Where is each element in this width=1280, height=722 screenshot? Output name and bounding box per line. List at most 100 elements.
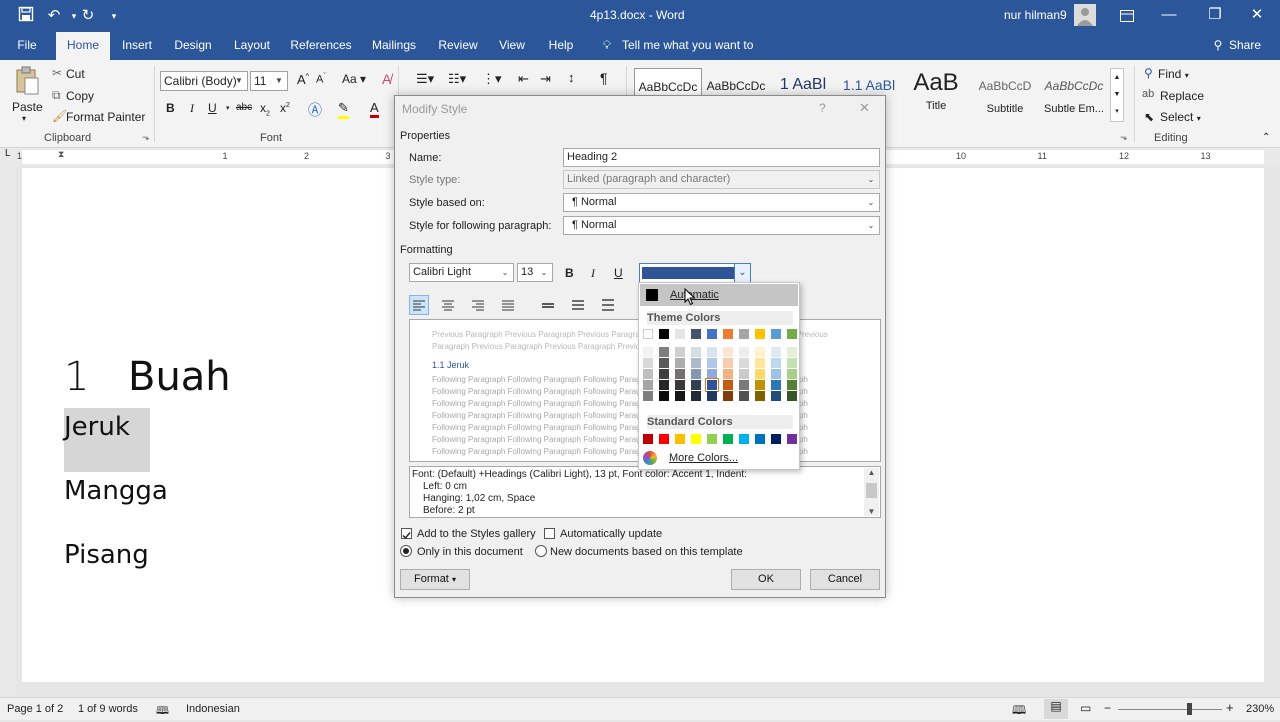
- font-size-select[interactable]: 13 ⌄: [517, 263, 553, 282]
- theme-color-swatch[interactable]: [771, 369, 781, 379]
- theme-color-swatch[interactable]: [691, 391, 701, 401]
- automatic-option[interactable]: Automatic: [640, 284, 798, 306]
- grow-font-icon[interactable]: A^: [297, 72, 309, 87]
- theme-color-swatch[interactable]: [643, 347, 653, 357]
- add-to-gallery-checkbox[interactable]: [401, 528, 412, 540]
- theme-color-swatch[interactable]: [659, 391, 669, 401]
- format-painter-button[interactable]: Format Painter: [66, 110, 145, 124]
- copy-button[interactable]: Copy: [66, 89, 94, 103]
- theme-color-swatch[interactable]: [675, 380, 685, 390]
- multilevel-list-icon[interactable]: ⋮▾: [482, 71, 502, 87]
- theme-color-swatch[interactable]: [739, 358, 749, 368]
- theme-color-swatch[interactable]: [707, 358, 717, 368]
- avatar[interactable]: [1074, 4, 1096, 26]
- align-right-icon[interactable]: [469, 296, 487, 314]
- customize-qat-icon[interactable]: ▾: [104, 6, 124, 26]
- theme-color-swatch[interactable]: [675, 347, 685, 357]
- italic-icon[interactable]: I: [591, 266, 595, 281]
- theme-color-swatch[interactable]: [787, 391, 797, 401]
- align-left-icon[interactable]: [409, 295, 429, 315]
- text-effects-icon[interactable]: Ⓐ: [308, 100, 322, 120]
- theme-color-swatch[interactable]: [659, 329, 669, 339]
- zoom-level[interactable]: 230%: [1246, 703, 1274, 715]
- help-icon[interactable]: ?: [819, 101, 826, 115]
- theme-color-swatch[interactable]: [739, 380, 749, 390]
- theme-color-swatch[interactable]: [771, 347, 781, 357]
- find-button[interactable]: Find ▾: [1158, 67, 1189, 81]
- sort-icon[interactable]: ↕: [568, 70, 575, 85]
- proofing-icon[interactable]: 🕮︎: [156, 702, 169, 721]
- tab-mailings[interactable]: Mailings: [366, 32, 422, 60]
- theme-color-swatch[interactable]: [659, 369, 669, 379]
- bullets-icon[interactable]: ☰▾: [416, 71, 434, 87]
- close-icon[interactable]: ✕: [1234, 0, 1280, 32]
- theme-color-swatch[interactable]: [707, 369, 717, 379]
- theme-color-swatch[interactable]: [787, 329, 797, 339]
- zoom-out-icon[interactable]: −: [1104, 701, 1111, 715]
- theme-color-swatch[interactable]: [723, 329, 733, 339]
- theme-color-swatch[interactable]: [705, 378, 719, 392]
- bold-icon[interactable]: B: [565, 266, 574, 280]
- font-color-icon[interactable]: A: [370, 100, 379, 118]
- numbering-icon[interactable]: ☷▾: [448, 71, 466, 87]
- justify-icon[interactable]: [499, 296, 517, 314]
- theme-color-swatch[interactable]: [675, 391, 685, 401]
- based-on-select[interactable]: ¶ Normal ⌄: [563, 193, 880, 212]
- only-this-document-radio[interactable]: [400, 545, 412, 557]
- theme-color-swatch[interactable]: [707, 347, 717, 357]
- standard-color-swatch[interactable]: [787, 434, 797, 444]
- more-colors-link[interactable]: More Colors...: [669, 452, 738, 464]
- font-name-select[interactable]: Calibri Light (Head⌄: [409, 263, 514, 282]
- shrink-font-icon[interactable]: Aˇ: [316, 73, 326, 86]
- page-count[interactable]: Page 1 of 2: [7, 703, 63, 715]
- style-subtle-emphasis[interactable]: AaBbCcDc Subtle Em...: [1040, 68, 1108, 120]
- cut-button[interactable]: Cut: [66, 67, 85, 81]
- heading-1-number[interactable]: 1: [64, 354, 89, 400]
- theme-color-swatch[interactable]: [659, 380, 669, 390]
- undo-icon[interactable]: ↶: [44, 6, 64, 26]
- theme-color-swatch[interactable]: [787, 358, 797, 368]
- tab-file[interactable]: File: [8, 32, 46, 60]
- theme-color-swatch[interactable]: [707, 329, 717, 339]
- minimize-icon[interactable]: —: [1146, 0, 1192, 32]
- user-name[interactable]: nur hilman9: [1004, 8, 1067, 22]
- increase-indent-icon[interactable]: ⇥: [540, 71, 551, 87]
- standard-color-swatch[interactable]: [707, 434, 717, 444]
- styles-launcher-icon[interactable]: ⬎: [1120, 132, 1128, 143]
- replace-button[interactable]: Replace: [1160, 89, 1204, 103]
- standard-color-swatch[interactable]: [659, 434, 669, 444]
- heading-1-text[interactable]: Buah: [128, 354, 231, 400]
- theme-color-swatch[interactable]: [755, 329, 765, 339]
- new-documents-radio[interactable]: [535, 545, 547, 557]
- align-center-icon[interactable]: [439, 296, 457, 314]
- standard-color-swatch[interactable]: [755, 434, 765, 444]
- bold-icon[interactable]: B: [166, 101, 175, 115]
- theme-color-swatch[interactable]: [643, 358, 653, 368]
- new-documents-label[interactable]: New documents based on this template: [550, 546, 743, 558]
- underline-icon[interactable]: U: [208, 101, 217, 115]
- theme-color-swatch[interactable]: [787, 380, 797, 390]
- tab-design[interactable]: Design: [168, 32, 218, 60]
- restore-icon[interactable]: ❐: [1192, 0, 1238, 32]
- theme-color-swatch[interactable]: [691, 380, 701, 390]
- word-count[interactable]: 1 of 9 words: [78, 703, 138, 715]
- web-layout-icon[interactable]: ▭: [1080, 701, 1091, 715]
- font-color-select[interactable]: ⌄: [639, 263, 751, 283]
- theme-color-swatch[interactable]: [723, 358, 733, 368]
- theme-color-swatch[interactable]: [643, 369, 653, 379]
- show-formatting-marks-icon[interactable]: ¶: [600, 70, 608, 86]
- zoom-slider[interactable]: [1118, 709, 1222, 710]
- font-size-combo[interactable]: 11 ▼: [250, 71, 288, 91]
- read-mode-icon[interactable]: 🕮︎: [1012, 701, 1026, 722]
- standard-color-swatch[interactable]: [675, 434, 685, 444]
- language[interactable]: Indonesian: [186, 703, 240, 715]
- standard-color-swatch[interactable]: [739, 434, 749, 444]
- chevron-down-icon[interactable]: ⌄: [734, 264, 750, 282]
- theme-color-swatch[interactable]: [739, 329, 749, 339]
- font-name-combo[interactable]: Calibri (Body) ▼: [160, 71, 248, 91]
- name-field[interactable]: Heading 2: [563, 148, 880, 167]
- paste-icon[interactable]: [14, 66, 40, 96]
- list-item[interactable]: Pisang: [64, 540, 149, 570]
- theme-color-swatch[interactable]: [739, 369, 749, 379]
- share-button[interactable]: Share: [1228, 32, 1262, 60]
